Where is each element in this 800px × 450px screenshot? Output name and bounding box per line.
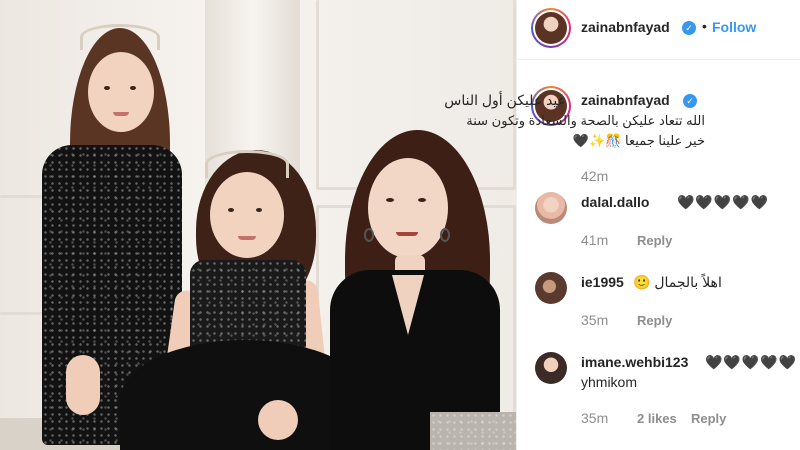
hand	[66, 355, 100, 415]
eye	[104, 86, 110, 90]
likes-count[interactable]: 2 likes	[637, 411, 677, 426]
caption-username[interactable]: zainabnfayad	[581, 92, 670, 108]
verified-badge-icon: ✓	[683, 94, 697, 108]
post-header: zainabnfayad ✓ • Follow	[517, 0, 800, 60]
eye	[130, 86, 136, 90]
caption-line-3: خير علينا جميعا 🎊✨🖤	[572, 133, 705, 148]
reply-button[interactable]: Reply	[637, 233, 672, 248]
reply-button[interactable]: Reply	[637, 313, 672, 328]
post-sidebar: zainabnfayad ✓ • Follow zainabnfayad ✓ ع…	[444, 0, 800, 450]
comment-username[interactable]: ie1995	[581, 274, 624, 290]
hand	[258, 400, 298, 440]
follow-button[interactable]: Follow	[712, 19, 756, 35]
comment-timestamp: 35m	[581, 312, 609, 328]
eye	[228, 208, 234, 212]
reply-button[interactable]: Reply	[691, 411, 726, 426]
caption-line-2: الله تتعاد عليكن بالصحة والسعادة وتكون س…	[466, 113, 705, 128]
commenter-avatar[interactable]	[535, 352, 567, 384]
post-photo	[0, 0, 516, 450]
comment-username[interactable]: dalal.dallo	[581, 194, 649, 210]
comment-text: 🖤🖤🖤🖤🖤	[677, 194, 770, 210]
woman-face	[368, 158, 448, 258]
mouth	[238, 236, 256, 240]
separator-dot: •	[702, 18, 707, 34]
caption-line-1: عيد عليكن أول الناس	[444, 92, 566, 108]
comment-username[interactable]: imane.wehbi123	[581, 354, 688, 370]
mouth	[113, 112, 129, 116]
comment-timestamp: 35m	[581, 410, 609, 426]
earring	[364, 228, 374, 242]
caption-timestamp: 42m	[581, 168, 609, 184]
commenter-avatar[interactable]	[535, 192, 567, 224]
verified-badge-icon: ✓	[682, 21, 696, 35]
comment-text: اهلاً بالجمال 🙂	[633, 274, 722, 290]
headband	[80, 24, 160, 50]
earring	[440, 228, 450, 242]
comment-text-continued: yhmikom	[581, 374, 638, 390]
girl-face	[88, 52, 154, 132]
comment-text: 🖤🖤🖤🖤🖤 rab	[705, 354, 800, 370]
author-username[interactable]: zainabnfayad	[581, 19, 670, 35]
comment-timestamp: 41m	[581, 232, 609, 248]
commenter-avatar[interactable]	[535, 272, 567, 304]
eye	[386, 198, 394, 202]
eye	[418, 198, 426, 202]
author-avatar[interactable]	[531, 8, 571, 48]
neckline	[392, 275, 424, 335]
girl-face	[210, 172, 284, 258]
mouth	[396, 232, 418, 236]
eye	[256, 208, 262, 212]
sequin-skirt	[430, 412, 516, 450]
